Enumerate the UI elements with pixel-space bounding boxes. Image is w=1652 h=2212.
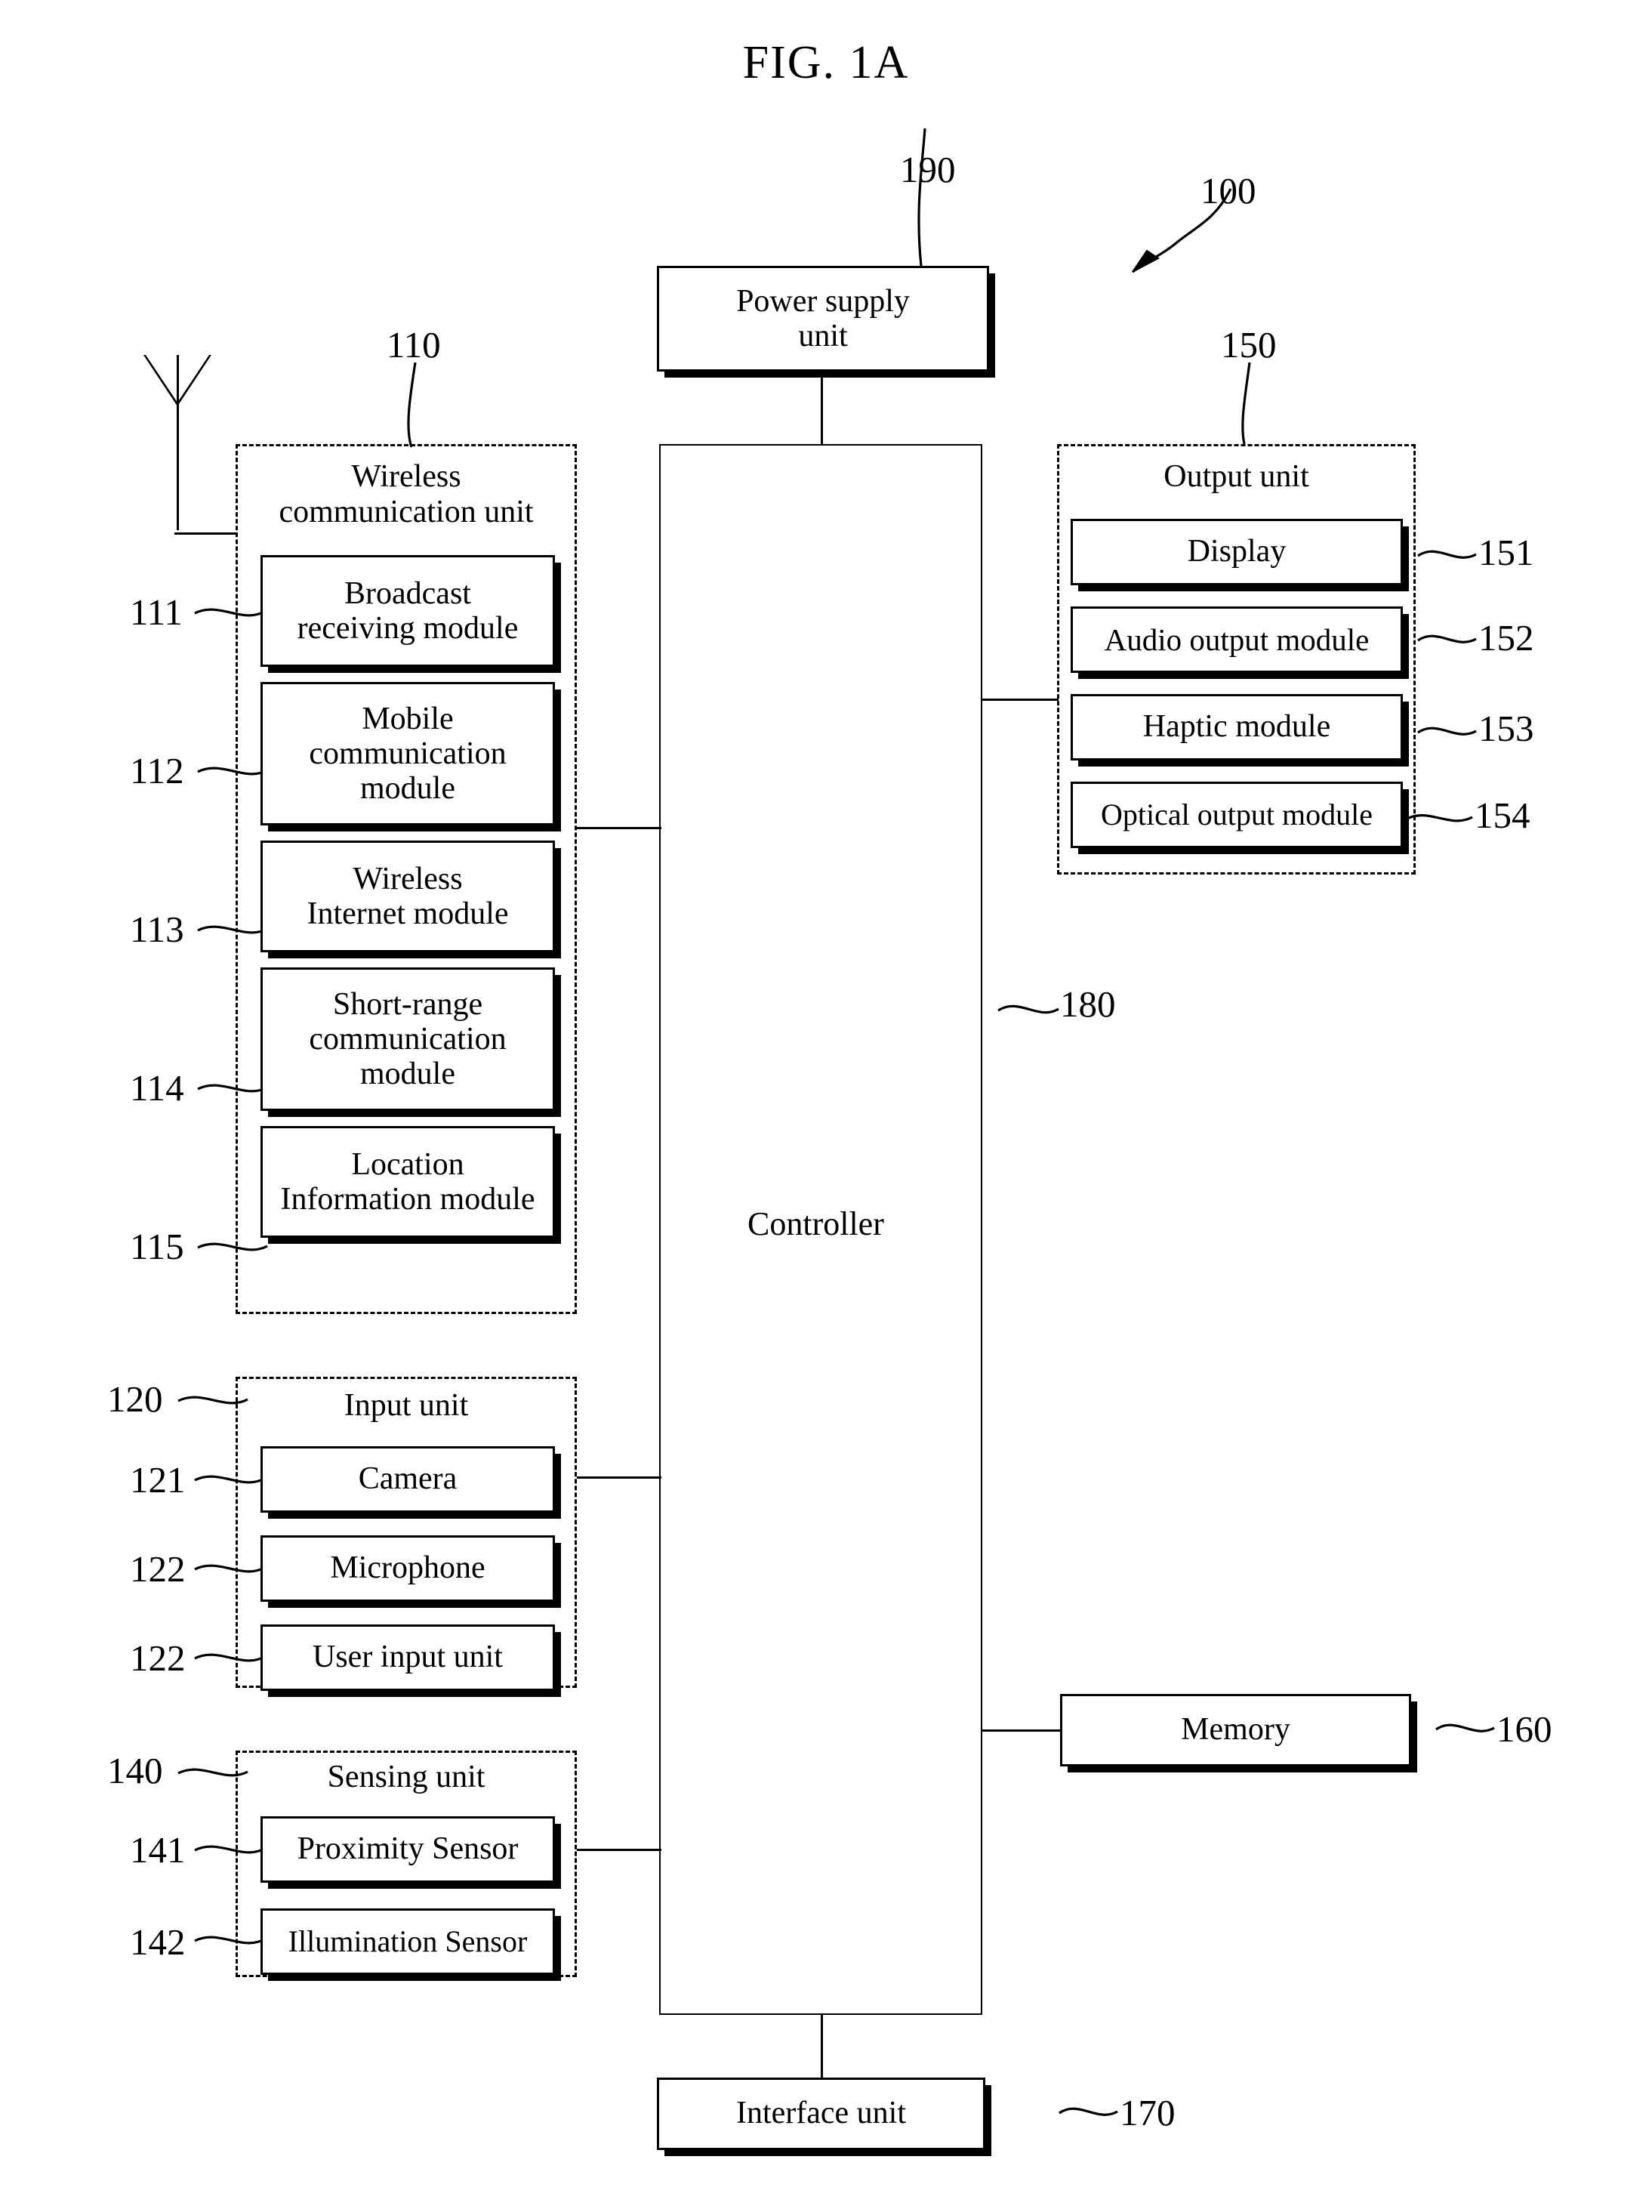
short-range-line3: module [360,1057,455,1092]
module-wireless-internet: Wireless Internet module [260,841,555,952]
module-illumination-sensor: Illumination Sensor [260,1908,555,1975]
controller-to-output-line [981,699,1059,701]
mobile-line1: Mobile [362,701,454,736]
proximity-sensor-label: Proximity Sensor [297,1831,519,1867]
ref-190: 190 [900,149,956,190]
ref-113: 113 [130,909,184,950]
ref-154: 154 [1475,794,1530,836]
power-supply-line2: unit [798,319,848,353]
ref-170: 170 [1120,2092,1176,2133]
wireless-to-controller-line [577,827,661,829]
camera-label: Camera [358,1461,458,1497]
module-haptic: Haptic module [1071,694,1403,760]
module-proximity-sensor: Proximity Sensor [260,1816,555,1883]
illumination-sensor-label: Illumination Sensor [288,1924,528,1959]
figure-title: FIG. 1A [742,37,910,88]
module-display: Display [1071,519,1403,585]
ref-121: 121 [130,1459,186,1501]
input-to-controller-line [577,1476,661,1479]
interface-unit-label: Interface unit [735,2096,907,2131]
ref-180: 180 [1060,983,1116,1025]
sensing-unit-title: Sensing unit [327,1760,485,1794]
interface-unit-box: Interface unit [657,2078,985,2150]
wireless-communication-unit-title: Wireless communication unit [236,459,577,530]
ref-100: 100 [1200,170,1256,211]
broadcast-line1: Broadcast [344,575,471,611]
ref-122-microphone: 122 [130,1548,186,1590]
display-label: Display [1187,534,1287,569]
location-line2: Information module [280,1182,535,1217]
module-location-information: Location Information module [260,1126,555,1238]
wireless-title-line1: Wireless [351,459,461,494]
ref-112: 112 [130,750,184,791]
ref-153: 153 [1478,708,1534,749]
short-range-line1: Short-range [332,986,483,1022]
audio-output-label: Audio output module [1104,622,1370,657]
mobile-line3: module [360,771,455,807]
ref-115: 115 [130,1226,184,1267]
ref-114: 114 [130,1067,184,1109]
module-microphone: Microphone [260,1535,555,1602]
power-supply-line1: Power supply [736,283,910,319]
memory-label: Memory [1181,1712,1290,1748]
user-input-unit-label: User input unit [313,1640,503,1675]
short-range-line2: communication [309,1021,507,1057]
controller-to-interface-line [821,2015,823,2078]
broadcast-line2: receiving module [297,611,519,646]
module-broadcast-receiving: Broadcast receiving module [260,555,555,667]
optical-output-label: Optical output module [1101,797,1373,832]
ref-110: 110 [387,324,441,366]
module-user-input-unit: User input unit [260,1624,555,1691]
module-short-range-communication: Short-range communication module [260,967,555,1111]
sensing-to-controller-line [577,1849,661,1851]
ref-151: 151 [1478,532,1534,573]
microphone-label: Microphone [330,1550,485,1586]
antenna-icon [143,355,234,536]
ref-152: 152 [1478,617,1534,659]
haptic-label: Haptic module [1142,709,1331,745]
location-line1: Location [351,1146,464,1182]
module-camera: Camera [260,1446,555,1513]
power-to-controller-line [821,378,823,444]
ref-142: 142 [130,1921,186,1963]
ref-141: 141 [130,1829,186,1871]
antenna-mast [177,355,179,530]
ref-111: 111 [130,591,183,633]
antenna-feed-line [174,532,238,535]
wifi-line1: Wireless [353,861,463,896]
wifi-line2: Internet module [307,896,509,931]
ref-160: 160 [1496,1708,1552,1750]
power-supply-unit-box: Power supply unit [657,266,989,372]
memory-box: Memory [1060,1694,1411,1766]
ref-122-user-input: 122 [130,1637,186,1679]
module-optical-output: Optical output module [1071,782,1403,848]
controller-label: Controller [747,1205,884,1242]
mobile-line2: communication [309,736,507,771]
wireless-title-line2: communication unit [279,495,534,530]
input-unit-title: Input unit [344,1388,469,1423]
module-mobile-communication: Mobile communication module [260,682,555,825]
controller-to-memory-line [981,1729,1062,1732]
ref-120: 120 [107,1378,163,1420]
output-unit-title: Output unit [1163,459,1309,494]
ref-150: 150 [1221,324,1277,366]
ref-140: 140 [107,1750,163,1791]
module-audio-output: Audio output module [1071,606,1403,673]
